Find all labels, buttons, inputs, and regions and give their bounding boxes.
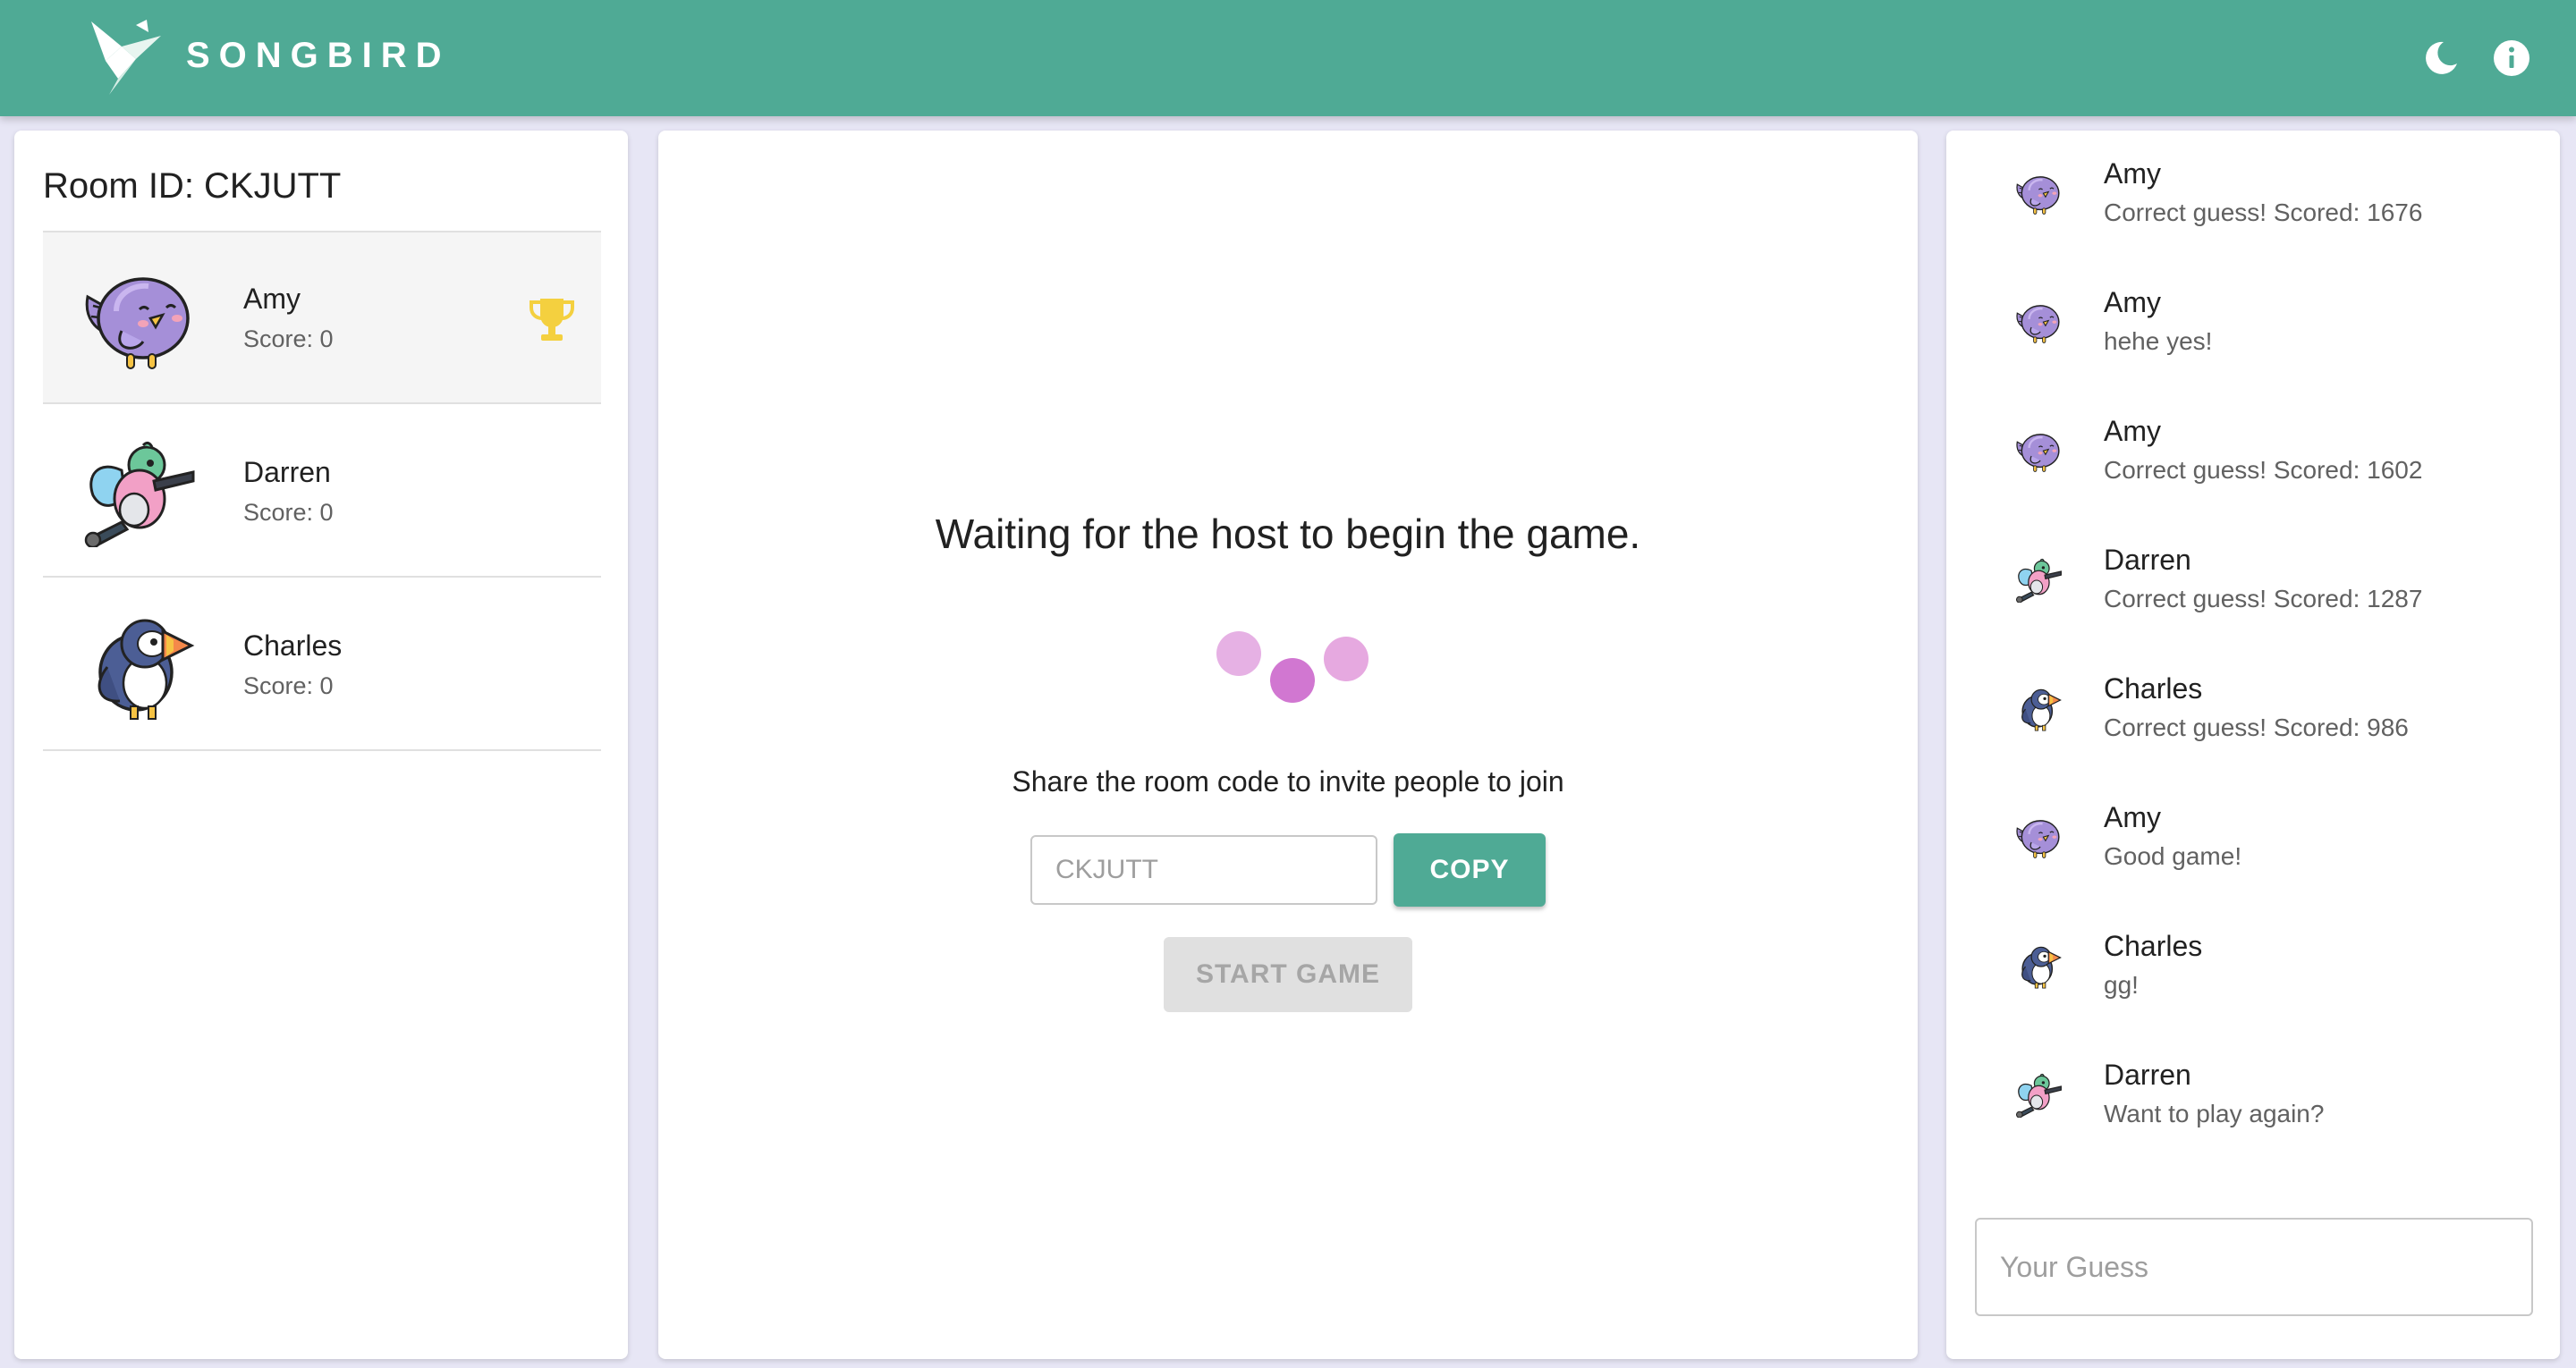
app-title[interactable]: SONGBIRD (186, 36, 451, 76)
player-name: Darren (243, 456, 331, 488)
chat-author: Charles (2104, 930, 2203, 962)
guess-input[interactable] (1975, 1218, 2533, 1316)
chat-message: Darren Want to play again? (1946, 1032, 2560, 1157)
loading-dot (1216, 631, 1261, 676)
chat-author: Darren (2104, 1059, 2191, 1091)
start-game-button[interactable]: START GAME (1164, 937, 1412, 1012)
hummingbird-avatar (2014, 558, 2063, 603)
player-score: Score: 0 (243, 499, 334, 526)
songbird-logo-icon[interactable] (82, 20, 163, 97)
chat-message: Amy Correct guess! Scored: 1602 (1946, 388, 2560, 513)
moon-icon[interactable] (2417, 34, 2465, 82)
chat-text: Correct guess! Scored: 1676 (2104, 198, 2423, 226)
chat-text: Correct guess! Scored: 1602 (2104, 456, 2423, 484)
player-score: Score: 0 (243, 672, 334, 699)
chat-message: Darren Correct guess! Scored: 1287 (1946, 517, 2560, 642)
player-score: Score: 0 (243, 325, 334, 352)
player-name: Amy (243, 283, 301, 315)
room-code-field[interactable] (1030, 835, 1377, 905)
chat-text: hehe yes! (2104, 327, 2213, 355)
chat-author: Amy (2104, 157, 2161, 190)
chat-author: Charles (2104, 672, 2203, 705)
player-list-item: Charles Score: 0 (43, 579, 601, 751)
chat-text: Correct guess! Scored: 986 (2104, 714, 2409, 741)
share-instructions: Share the room code to invite people to … (1012, 765, 1564, 798)
app-bar: SONGBIRD (0, 0, 2576, 116)
chat-message: Amy Good game! (1946, 774, 2560, 899)
loading-dot (1270, 658, 1315, 703)
chat-text: Want to play again? (2104, 1100, 2325, 1127)
purple-bird-avatar (80, 266, 197, 374)
player-list-item: Amy Score: 0 (43, 232, 601, 404)
hummingbird-avatar (2014, 1073, 2063, 1118)
hummingbird-avatar (80, 440, 197, 547)
trophy-icon (530, 299, 574, 341)
chat-author: Darren (2104, 544, 2191, 576)
chat-panel: Amy Correct guess! Scored: 1676 Amy hehe… (1946, 131, 2560, 1359)
chat-author: Amy (2104, 415, 2161, 447)
chat-text: Correct guess! Scored: 1287 (2104, 585, 2423, 612)
copy-button[interactable]: COPY (1394, 833, 1546, 907)
waiting-message: Waiting for the host to begin the game. (935, 511, 1641, 557)
players-panel: Room ID: CKJUTT Amy Score: 0 Darren Scor… (14, 131, 628, 1359)
info-icon[interactable] (2487, 34, 2536, 82)
chat-message: Charles gg! (1946, 903, 2560, 1028)
purple-bird-avatar (2014, 429, 2063, 474)
purple-bird-avatar (2014, 300, 2063, 345)
player-name: Charles (243, 629, 343, 662)
puffin-avatar (2014, 687, 2063, 731)
purple-bird-avatar (2014, 815, 2063, 860)
puffin-avatar (80, 613, 197, 721)
chat-message: Charles Correct guess! Scored: 986 (1946, 646, 2560, 771)
player-list-item: Darren Score: 0 (43, 406, 601, 578)
chat-text: Good game! (2104, 842, 2242, 870)
chat-message: Amy hehe yes! (1946, 259, 2560, 384)
chat-text: gg! (2104, 971, 2139, 999)
loading-dot (1324, 637, 1368, 681)
chat-message: Amy Correct guess! Scored: 1676 (1946, 131, 2560, 256)
lobby-panel: Waiting for the host to begin the game. … (658, 131, 1918, 1359)
puffin-avatar (2014, 944, 2063, 989)
chat-author: Amy (2104, 801, 2161, 833)
room-id-title: Room ID: CKJUTT (43, 166, 342, 206)
purple-bird-avatar (2014, 172, 2063, 216)
chat-author: Amy (2104, 286, 2161, 318)
